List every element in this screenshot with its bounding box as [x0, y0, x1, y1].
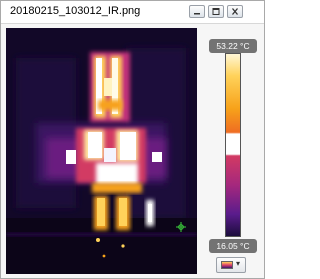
palette-selector-button[interactable]: ▾: [216, 257, 246, 273]
close-icon: [232, 8, 238, 15]
iron-palette-icon: [221, 261, 233, 269]
thermal-image-window: 20180215_103012_IR.png 53.22 °C 16.05 °C…: [0, 0, 265, 279]
temperature-legend: 53.22 °C 16.05 °C ▾: [200, 28, 262, 274]
color-scale-bar[interactable]: [225, 53, 241, 237]
thermal-image[interactable]: [6, 28, 197, 274]
chevron-down-icon: ▾: [236, 259, 241, 268]
min-temp-label[interactable]: 16.05 °C: [209, 239, 257, 253]
thermal-image-canvas: [6, 28, 197, 274]
title-bar[interactable]: 20180215_103012_IR.png: [1, 1, 264, 24]
restore-icon: [212, 8, 220, 15]
minimize-icon: [194, 13, 200, 15]
window-title: 20180215_103012_IR.png: [10, 5, 141, 17]
close-button[interactable]: [227, 5, 243, 18]
minimize-button[interactable]: [189, 5, 205, 18]
restore-button[interactable]: [208, 5, 224, 18]
max-temp-label[interactable]: 53.22 °C: [209, 39, 257, 53]
